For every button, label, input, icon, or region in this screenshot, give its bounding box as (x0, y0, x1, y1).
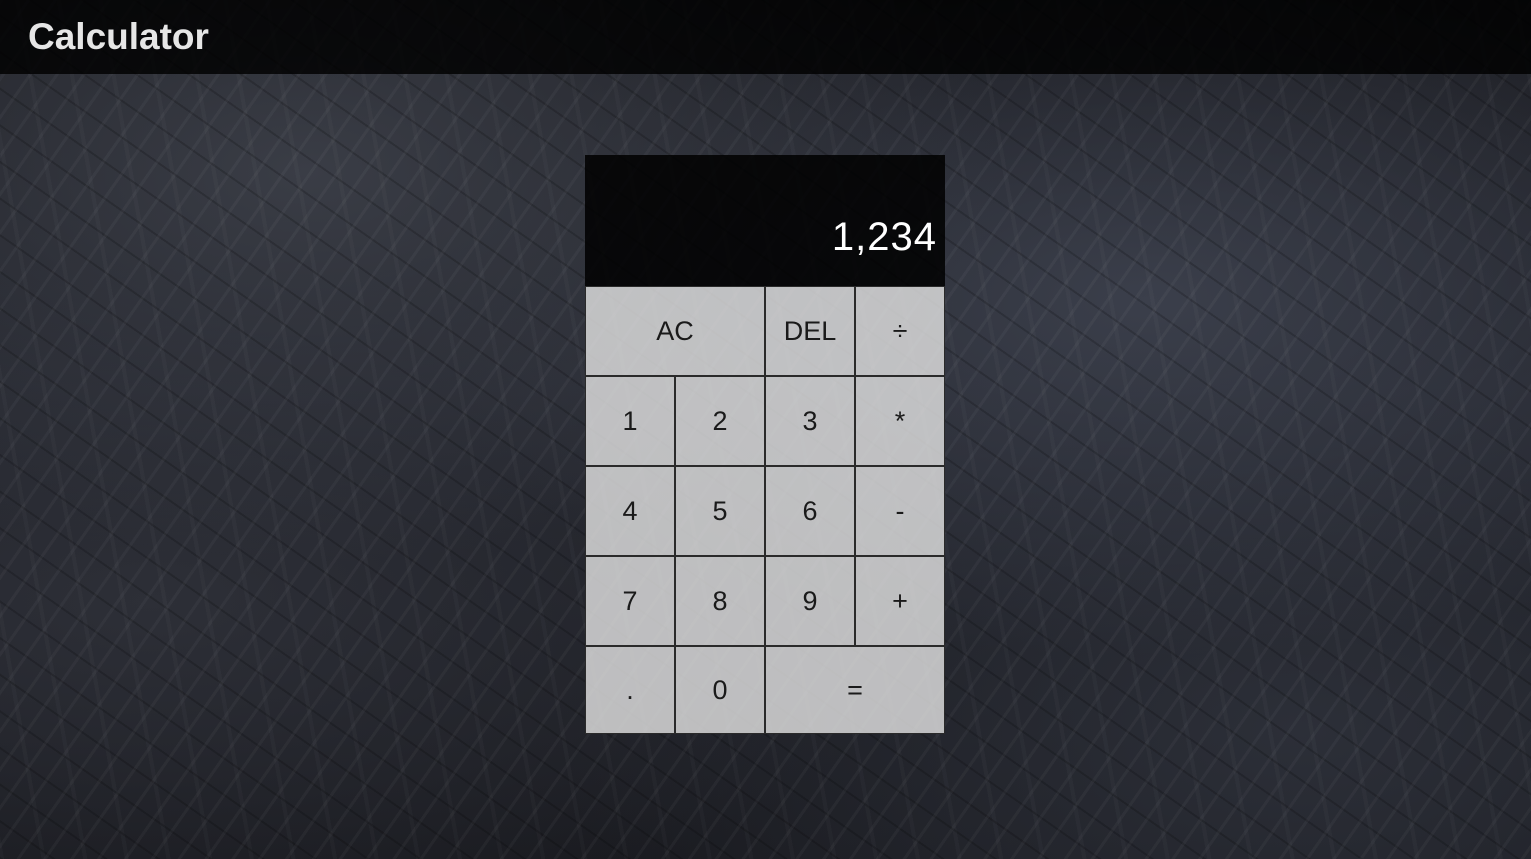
app-header: Calculator (0, 0, 1531, 74)
add-button[interactable]: + (855, 556, 945, 646)
digit-4-button[interactable]: 4 (585, 466, 675, 556)
digit-7-button[interactable]: 7 (585, 556, 675, 646)
digit-1-button[interactable]: 1 (585, 376, 675, 466)
display-value: 1,234 (831, 215, 937, 259)
keypad: AC DEL ÷ 1 2 3 * 4 5 6 - 7 8 9 + . 0 = (585, 286, 945, 734)
decimal-button[interactable]: . (585, 646, 675, 734)
calculator: 1,234 AC DEL ÷ 1 2 3 * 4 5 6 - 7 8 9 + .… (585, 155, 945, 734)
digit-2-button[interactable]: 2 (675, 376, 765, 466)
digit-3-button[interactable]: 3 (765, 376, 855, 466)
subtract-button[interactable]: - (855, 466, 945, 556)
divide-button[interactable]: ÷ (855, 286, 945, 376)
digit-6-button[interactable]: 6 (765, 466, 855, 556)
digit-8-button[interactable]: 8 (675, 556, 765, 646)
multiply-button[interactable]: * (855, 376, 945, 466)
app-title: Calculator (28, 16, 209, 57)
digit-0-button[interactable]: 0 (675, 646, 765, 734)
all-clear-button[interactable]: AC (585, 286, 765, 376)
calculator-display: 1,234 (585, 155, 945, 286)
equals-button[interactable]: = (765, 646, 945, 734)
digit-5-button[interactable]: 5 (675, 466, 765, 556)
delete-button[interactable]: DEL (765, 286, 855, 376)
digit-9-button[interactable]: 9 (765, 556, 855, 646)
